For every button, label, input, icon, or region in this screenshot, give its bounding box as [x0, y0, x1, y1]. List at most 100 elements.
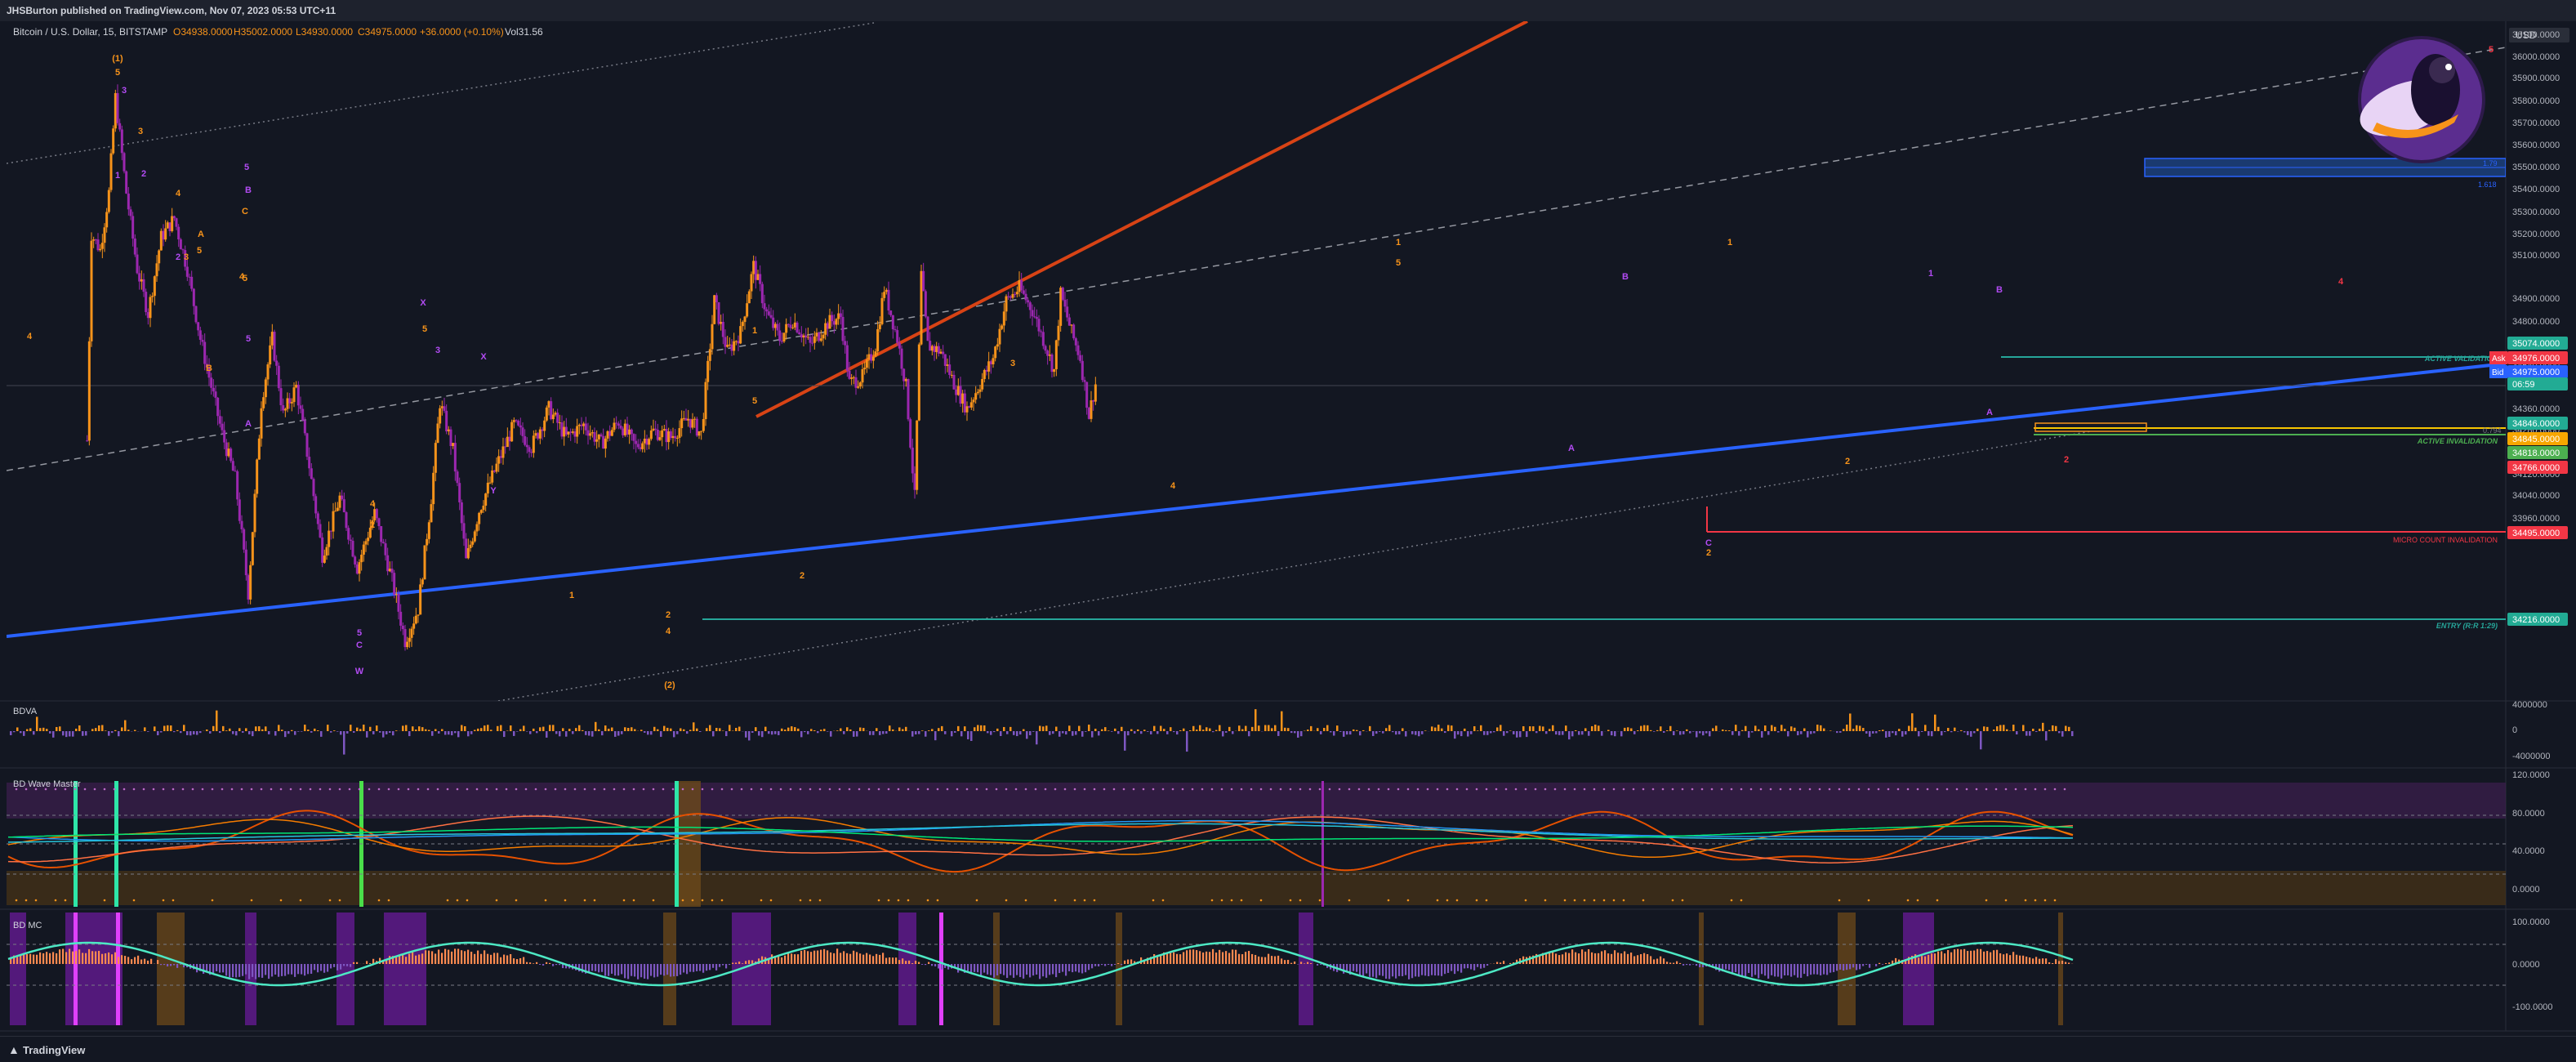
bdva-bar	[1748, 731, 1750, 738]
bdva-bar	[470, 731, 473, 734]
mc-histogram-bar	[330, 964, 332, 968]
mc-histogram-bar	[614, 964, 616, 975]
symbol-title: Bitcoin / U.S. Dollar, 15, BITSTAMP	[13, 26, 167, 38]
bdva-bar	[784, 730, 787, 731]
mc-histogram-bar	[2061, 961, 2063, 964]
candle	[393, 570, 395, 599]
bdva-bar	[774, 731, 777, 734]
bdva-bar	[1320, 731, 1322, 734]
mc-histogram-bar	[1745, 964, 1746, 976]
bdva-bar	[1238, 725, 1241, 731]
mc-histogram-bar	[1780, 964, 1782, 979]
candle	[920, 265, 923, 346]
bdva-bar	[1905, 731, 1907, 734]
dot-marker	[1613, 899, 1616, 902]
mc-histogram-bar	[216, 964, 217, 971]
candle	[274, 330, 276, 362]
mc-zone	[336, 913, 354, 1025]
oversold-zone	[7, 871, 2506, 905]
bdva-bar	[1055, 727, 1058, 731]
mc-histogram-bar	[549, 963, 550, 964]
mc-axis-tick: 0.0000	[2512, 960, 2540, 970]
mc-histogram-bar	[1356, 964, 1357, 972]
bdva-bar	[1588, 731, 1590, 736]
mc-histogram-bar	[1421, 964, 1423, 975]
ohlc-volume: Vol31.56	[505, 26, 543, 38]
price-tag: 34766.0000	[2507, 461, 2568, 474]
price-axis-tick: 35300.0000	[2512, 207, 2560, 217]
ohlc-open: O34938.0000	[173, 26, 233, 38]
wave-label: A	[245, 419, 252, 429]
mc-histogram-bar	[1862, 964, 1864, 966]
bdva-bar	[320, 731, 323, 737]
mc-histogram-bar	[1503, 961, 1504, 964]
bdva-bar	[1892, 731, 1894, 733]
bdva-bar	[523, 725, 525, 731]
bdva-bar	[1960, 730, 1963, 731]
mc-histogram-bar	[1699, 964, 1700, 967]
bdva-bar	[1310, 726, 1313, 731]
dot-marker	[1917, 899, 1919, 902]
bdva-bar	[967, 731, 969, 739]
mc-histogram-bar	[1581, 949, 1583, 964]
mc-histogram-bar	[294, 964, 296, 977]
mc-histogram-bar	[124, 956, 126, 964]
mc-histogram-bar	[918, 962, 920, 964]
bdva-bar	[1682, 731, 1685, 734]
bdva-bar	[173, 731, 176, 732]
wave-label: 2	[1706, 548, 1711, 558]
mc-histogram-bar	[1058, 964, 1060, 973]
dot-marker	[1417, 788, 1419, 791]
mc-histogram-bar	[1839, 964, 1841, 970]
bdva-bar	[1176, 731, 1179, 734]
mc-histogram-bar	[1960, 949, 1962, 964]
bdva-bar	[813, 730, 816, 731]
main-pane-bg	[0, 21, 2576, 701]
mc-histogram-bar	[1950, 953, 1952, 964]
bdva-bar	[2045, 731, 2048, 740]
mc-histogram-bar	[1294, 962, 1295, 964]
bdva-bar	[91, 729, 94, 731]
mc-histogram-bar	[232, 964, 234, 977]
bdva-bar	[23, 731, 25, 736]
dot-marker	[261, 788, 263, 791]
bdva-bar	[336, 731, 339, 732]
mc-histogram-bar	[800, 951, 802, 964]
dot-marker	[1486, 788, 1488, 791]
mc-histogram-bar	[49, 953, 51, 964]
mc-histogram-bar	[2065, 962, 2066, 964]
bdva-bar	[78, 725, 81, 731]
mc-histogram-bar	[925, 964, 926, 965]
chart-area[interactable]: Bitcoin / U.S. Dollar, 15, BITSTAMP O349…	[0, 21, 2576, 1036]
bdva-bar	[1552, 725, 1554, 731]
bdva-bar	[1362, 730, 1365, 731]
mc-histogram-bar	[647, 964, 648, 979]
bdva-bar	[314, 729, 316, 731]
bdva-bar	[1094, 729, 1097, 731]
dot-marker	[1476, 788, 1478, 791]
dot-marker	[506, 788, 508, 791]
bdva-bar	[562, 728, 564, 731]
bdva-bar	[206, 730, 208, 731]
dot-marker	[711, 899, 714, 902]
dot-marker	[104, 899, 106, 902]
bdva-bar	[1741, 730, 1744, 731]
mc-histogram-bar	[905, 961, 907, 964]
bdva-bar	[1153, 726, 1156, 731]
bdva-bar	[1483, 731, 1486, 735]
price-tag: 34845.0000	[2507, 432, 2568, 445]
dot-marker	[1162, 899, 1165, 902]
mc-histogram-bar	[1650, 956, 1651, 964]
mc-histogram-bar	[1271, 956, 1272, 964]
dot-marker	[1544, 788, 1547, 791]
mc-histogram-bar	[1251, 954, 1253, 964]
mc-histogram-bar	[866, 953, 867, 964]
mc-histogram-bar	[147, 961, 149, 964]
bdva-bar	[1928, 731, 1930, 736]
bdva-bar	[268, 731, 270, 734]
bdva-bar	[585, 731, 587, 735]
bdva-bar	[464, 726, 466, 731]
bdva-bar	[1248, 731, 1250, 736]
bdva-bar	[1810, 731, 1812, 734]
mc-histogram-bar	[2052, 963, 2053, 964]
